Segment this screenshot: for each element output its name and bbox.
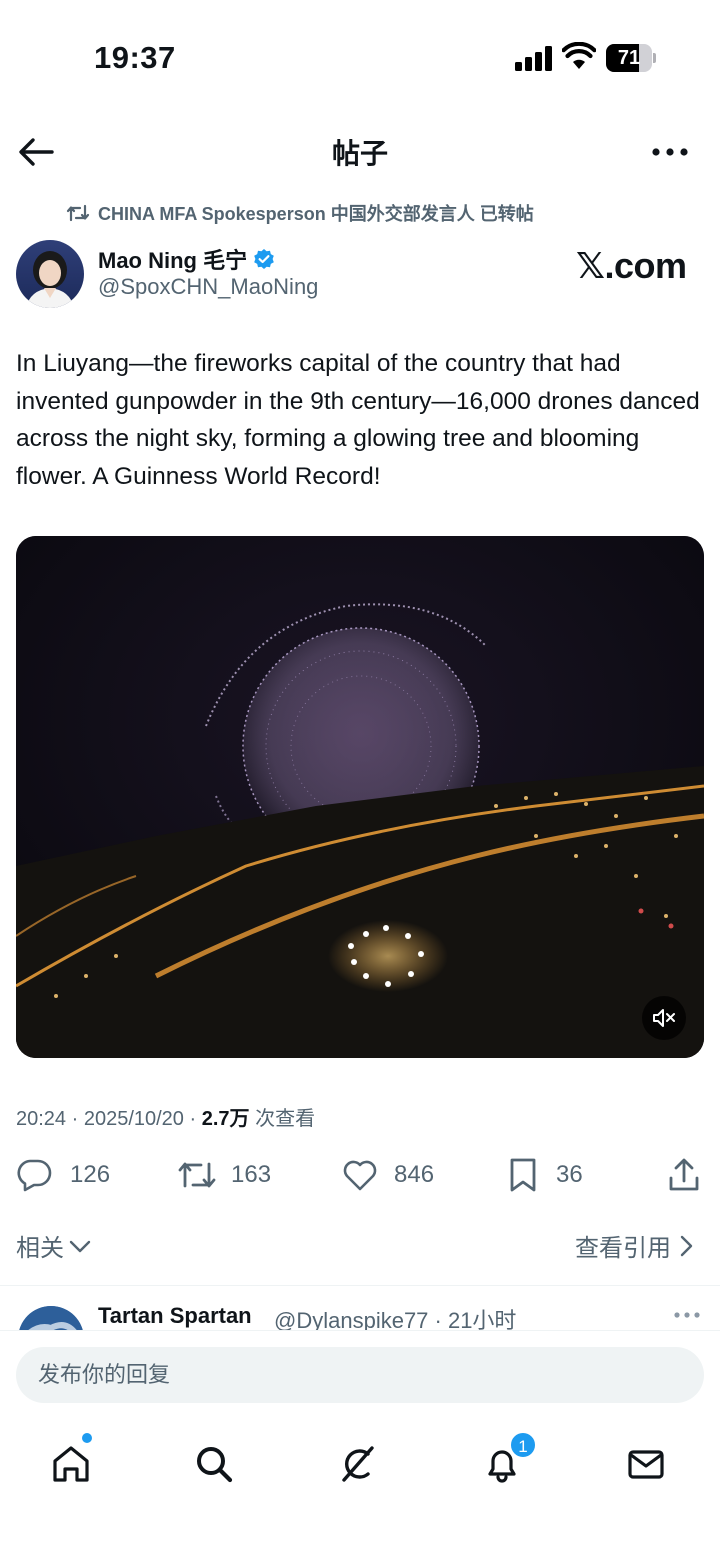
post-timestamp: 20:24 · 2025/10/20 · (16, 1108, 202, 1130)
repost-count: 163 (231, 1161, 272, 1188)
repost-context[interactable]: CHINA MFA Spokesperson 中国外交部发言人 已转帖 (66, 199, 534, 227)
chevron-down-icon (69, 1240, 91, 1252)
battery-percent: 71 (617, 47, 641, 69)
reply-author-meta: @Dylanspike77 · 21小时 (274, 1308, 517, 1330)
more-button[interactable] (648, 130, 692, 174)
related-label: 相关 (16, 1235, 64, 1262)
bookmark-count: 36 (556, 1161, 583, 1188)
bookmark-icon (510, 1158, 536, 1192)
post-text: In Liuyang—the fireworks capital of the … (16, 350, 700, 490)
action-bar: 126 163 846 36 (0, 1150, 720, 1200)
messages-icon (628, 1450, 664, 1479)
like-count: 846 (394, 1161, 435, 1188)
share-icon (669, 1158, 699, 1191)
repost-button[interactable]: 163 (177, 1150, 271, 1200)
chevron-right-icon (680, 1235, 693, 1256)
author-name[interactable]: Mao Ning 毛宁 (98, 243, 275, 275)
verified-badge-icon (254, 249, 274, 269)
post-video[interactable] (16, 536, 704, 1058)
view-count: 2.7万 (201, 1108, 250, 1130)
more-horizontal-icon (652, 148, 688, 156)
reply-author-name[interactable]: Tartan Spartan (98, 1303, 252, 1329)
related-dropdown[interactable]: 相关 (16, 1228, 92, 1263)
like-button[interactable]: 846 (342, 1150, 434, 1200)
bookmark-button[interactable]: 36 (508, 1150, 583, 1200)
reply-item[interactable]: Tartan Spartan @Dylanspike77 · 21小时 (0, 1286, 720, 1330)
share-button[interactable] (666, 1150, 702, 1200)
post-meta: 20:24 · 2025/10/20 · 2.7万 次查看 (16, 1102, 315, 1131)
home-unread-dot (82, 1433, 92, 1443)
reply-input[interactable]: 发布你的回复 (16, 1347, 704, 1403)
search-icon (197, 1447, 233, 1483)
repost-text: CHINA MFA Spokesperson 中国外交部发言人 已转帖 (98, 204, 534, 224)
nav-grok[interactable] (328, 1436, 388, 1492)
page-title: 帖子 (331, 138, 388, 169)
avatar[interactable] (16, 240, 84, 308)
volume-muted-icon (653, 1009, 675, 1027)
signal-icon (515, 45, 553, 71)
author-name-text: Mao Ning 毛宁 (98, 248, 248, 273)
views-label: 次查看 (249, 1108, 316, 1130)
reply-icon (17, 1159, 52, 1192)
bottom-navigation (0, 1420, 720, 1510)
nav-messages[interactable] (616, 1436, 676, 1492)
watermark-logo: 𝕏.com (576, 245, 687, 286)
home-icon (53, 1446, 89, 1482)
repost-icon (66, 204, 90, 222)
more-horizontal-icon[interactable] (672, 1304, 702, 1324)
grok-icon (342, 1446, 374, 1482)
nav-search[interactable] (184, 1436, 244, 1492)
view-quotes-label: 查看引用 (575, 1235, 671, 1262)
battery-icon: 71 (606, 44, 656, 72)
nav-home[interactable] (41, 1436, 101, 1492)
heart-icon (343, 1160, 377, 1191)
status-time: 19:37 (94, 40, 176, 75)
status-bar: 19:37 71 (0, 0, 720, 110)
reply-avatar[interactable] (18, 1306, 84, 1330)
reply-composer: 发布你的回复 (0, 1330, 720, 1420)
author-handle[interactable]: @SpoxCHN_MaoNing (98, 274, 318, 300)
notification-badge: 1 (509, 1431, 537, 1459)
wifi-icon (562, 42, 596, 69)
top-bar: 帖子 (0, 120, 720, 184)
repost-icon (178, 1162, 216, 1188)
reply-count: 126 (70, 1161, 111, 1188)
mute-button[interactable] (642, 996, 686, 1040)
view-quotes-link[interactable]: 查看引用 (575, 1228, 695, 1263)
reply-button[interactable]: 126 (16, 1150, 110, 1200)
